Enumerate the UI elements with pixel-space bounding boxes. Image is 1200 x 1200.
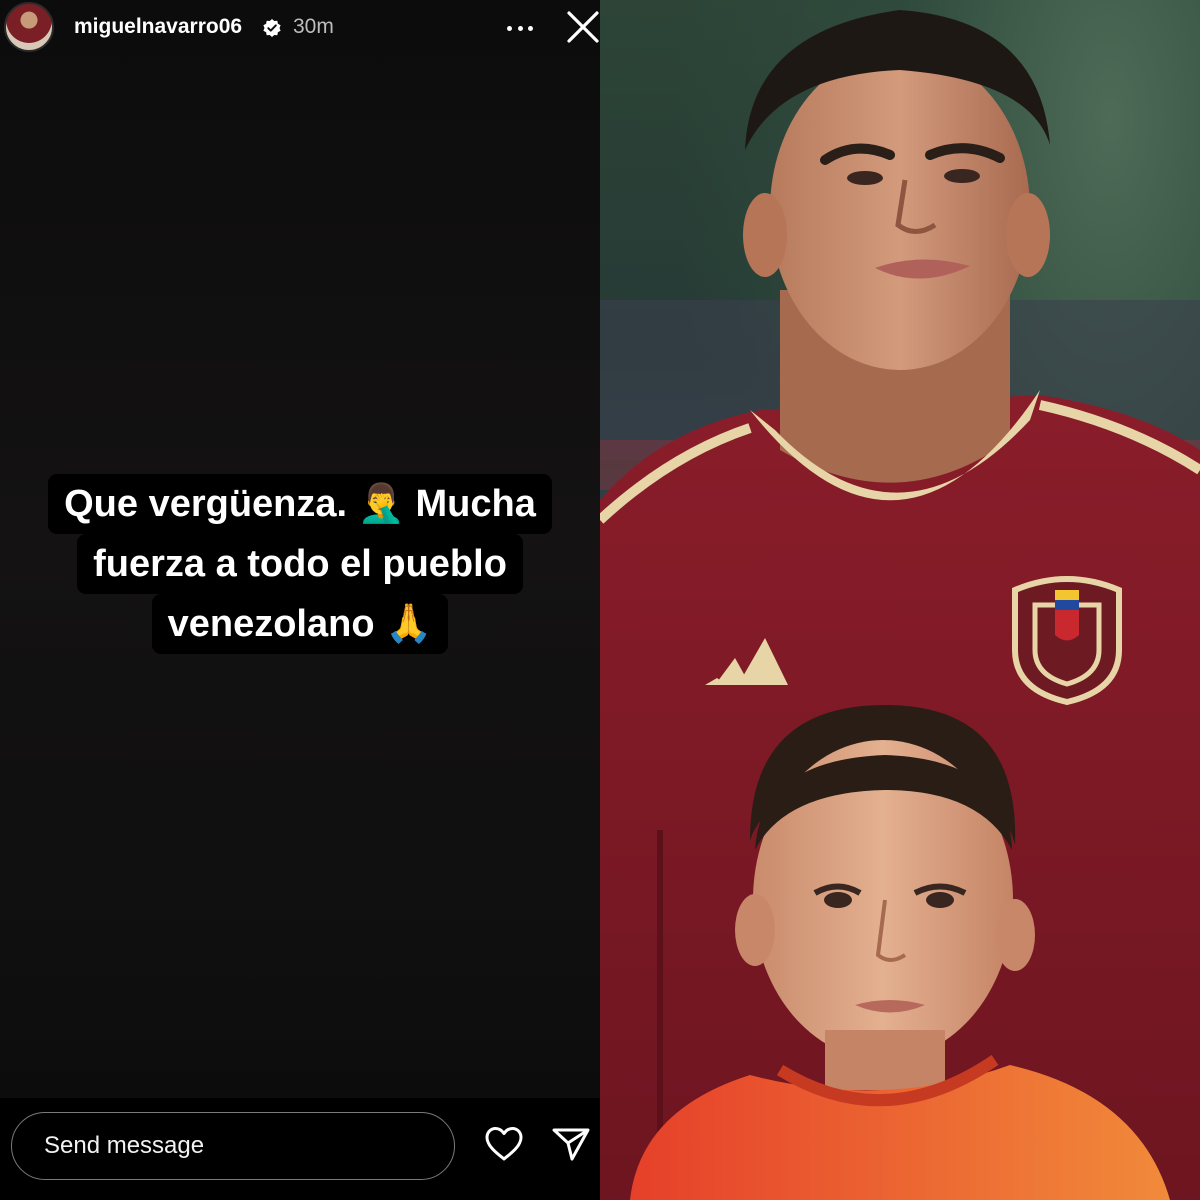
crest-icon [1012, 576, 1122, 706]
username[interactable]: miguelnavarro06 [74, 15, 242, 39]
player-photo [600, 0, 1200, 1200]
timestamp: 30m [293, 15, 334, 38]
send-message-input[interactable] [11, 1112, 455, 1180]
caption-line-2: fuerza a todo el pueblo [77, 534, 523, 594]
send-icon[interactable] [552, 1126, 590, 1162]
heart-icon[interactable] [484, 1126, 524, 1162]
close-icon[interactable] [566, 10, 600, 44]
caption-line-1: Que vergüenza. 🤦‍♂️ Mucha [48, 474, 552, 534]
caption-line-3: venezolano 🙏 [151, 594, 449, 654]
avatar[interactable] [4, 2, 54, 52]
player-illustration [600, 10, 1200, 1200]
story-panel: miguelnavarro06 30m Que vergüenza. 🤦‍♂️ … [0, 0, 600, 1200]
more-options-icon[interactable] [505, 14, 535, 42]
story-header: miguelnavarro06 30m [0, 0, 600, 56]
story-footer [0, 1098, 600, 1200]
story-caption: Que vergüenza. 🤦‍♂️ Mucha fuerza a todo … [0, 474, 600, 654]
verified-badge-icon [263, 19, 281, 37]
